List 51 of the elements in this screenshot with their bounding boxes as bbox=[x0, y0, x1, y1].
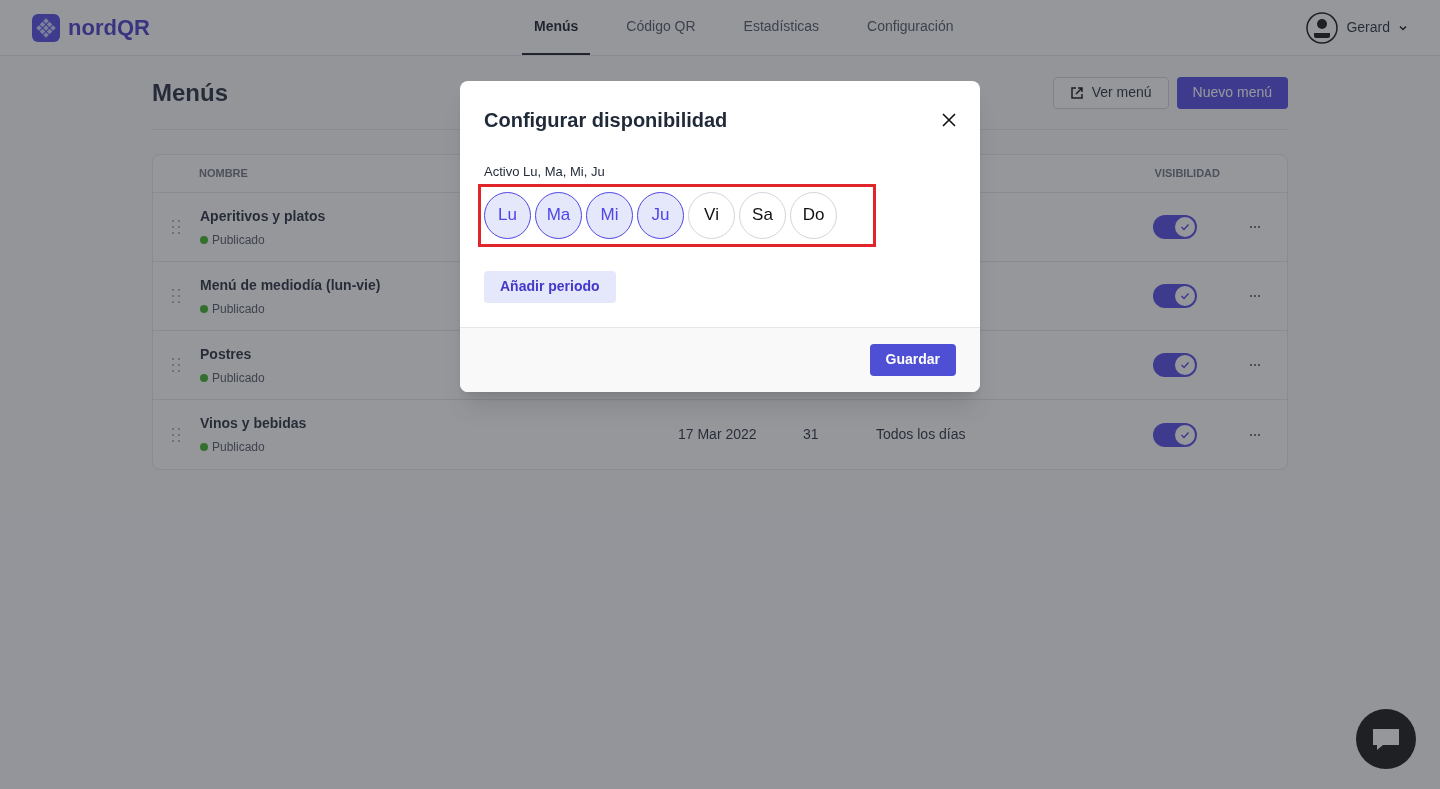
day-toggle[interactable]: Mi bbox=[586, 191, 633, 239]
column-header: NOMBRE bbox=[199, 166, 248, 182]
status-label: Publicado bbox=[212, 231, 265, 249]
drag-handle-icon[interactable] bbox=[171, 288, 181, 304]
day-toggle[interactable]: Ju bbox=[637, 191, 684, 239]
status-label: Publicado bbox=[212, 439, 265, 456]
check-icon bbox=[1179, 290, 1191, 302]
status-label: Publicado bbox=[212, 369, 265, 387]
check-icon bbox=[1179, 221, 1191, 233]
date-cell-text: 17 Mar 2022 bbox=[678, 425, 758, 444]
drag-handle-icon[interactable] bbox=[171, 426, 181, 443]
day-toggle[interactable]: Ma bbox=[535, 191, 582, 239]
visibility-toggle[interactable] bbox=[1153, 215, 1197, 239]
more-icon[interactable] bbox=[1249, 294, 1261, 298]
visibility-toggle[interactable] bbox=[1153, 284, 1197, 308]
day-toggle[interactable]: Do bbox=[790, 191, 837, 239]
brand-name: nordQR bbox=[68, 14, 150, 42]
new-menu-button[interactable]: Nuevo menú bbox=[1176, 76, 1288, 109]
more-icon[interactable] bbox=[1249, 432, 1261, 437]
visibility-toggle[interactable] bbox=[1153, 422, 1197, 447]
availability-cell-text: Todos los días bbox=[876, 425, 966, 444]
save-button[interactable]: Guardar bbox=[869, 343, 956, 376]
day-toggle[interactable]: Vi bbox=[688, 191, 735, 239]
chat-icon bbox=[1371, 726, 1401, 752]
drag-handle-icon[interactable] bbox=[171, 357, 181, 373]
close-icon[interactable] bbox=[942, 113, 956, 127]
day-toggle[interactable]: Sa bbox=[739, 191, 786, 239]
more-icon[interactable] bbox=[1249, 363, 1261, 367]
more-icon[interactable] bbox=[1249, 225, 1261, 229]
day-toggle[interactable]: Lu bbox=[484, 191, 531, 239]
menu-name[interactable]: Vinos y bebidas bbox=[200, 413, 660, 434]
nav-tab[interactable]: Menús bbox=[522, 0, 591, 55]
dialog-title: Configurar disponibilidad bbox=[484, 108, 728, 133]
logo-icon bbox=[32, 13, 60, 42]
nav-tab[interactable]: Código QR bbox=[614, 0, 708, 55]
nav-tab[interactable]: Estadísticas bbox=[731, 0, 832, 55]
drag-handle-icon[interactable] bbox=[171, 219, 181, 235]
user-name[interactable]: Gerard bbox=[1346, 17, 1390, 38]
view-menu-button[interactable]: Ver menú bbox=[1052, 76, 1169, 109]
chat-button[interactable] bbox=[1356, 709, 1416, 769]
count-cell-text: 31 bbox=[803, 425, 820, 444]
column-header: VISIBILIDAD bbox=[1154, 166, 1220, 182]
page-title: Menús bbox=[152, 77, 228, 108]
visibility-toggle[interactable] bbox=[1153, 353, 1197, 377]
add-period-button[interactable]: Añadir periodo bbox=[484, 270, 616, 303]
availability-summary: Activo Lu, Ma, Mi, Ju bbox=[484, 163, 606, 181]
status-label: Publicado bbox=[212, 300, 265, 318]
external-link-icon bbox=[1069, 85, 1084, 100]
nav-tab[interactable]: Configuración bbox=[855, 0, 966, 55]
avatar-icon bbox=[1306, 11, 1339, 44]
check-icon bbox=[1179, 359, 1191, 371]
